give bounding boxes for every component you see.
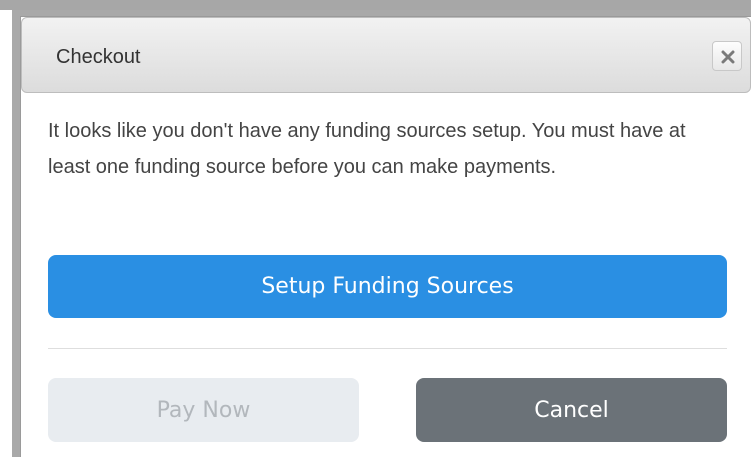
dialog-title: Checkout [56,46,141,68]
close-icon [721,50,735,64]
page-background [0,0,12,457]
close-button[interactable] [712,41,742,71]
pay-now-button[interactable]: Pay Now [48,378,359,442]
checkout-dialog: Checkout It looks like you don't have an… [20,16,751,457]
divider [48,348,727,349]
funding-message: It looks like you don't have any funding… [48,120,686,178]
overlay-backdrop [0,0,751,10]
setup-funding-sources-button[interactable]: Setup Funding Sources [48,255,727,318]
cancel-button[interactable]: Cancel [416,378,727,442]
dialog-header: Checkout [21,17,751,93]
